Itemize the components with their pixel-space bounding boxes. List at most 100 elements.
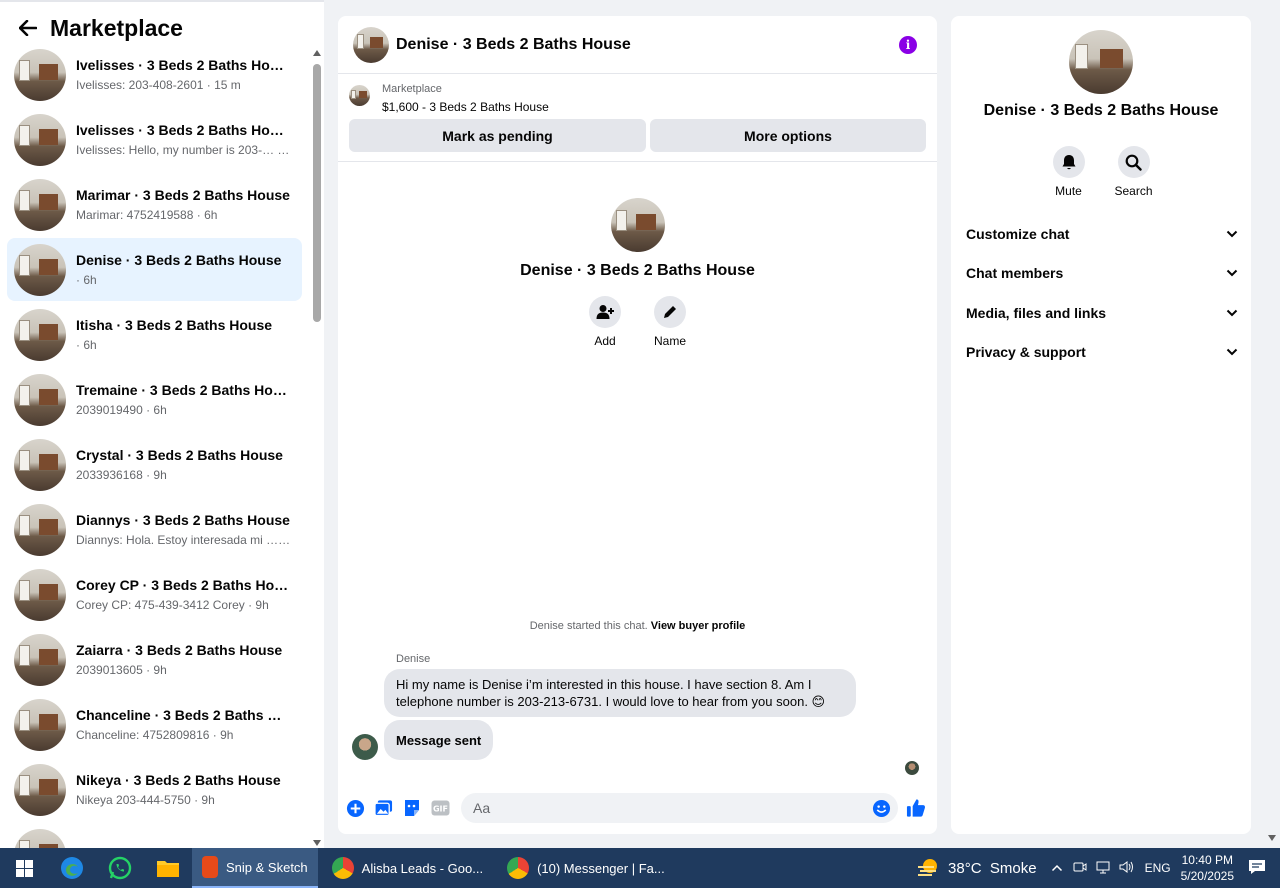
privacy-support-section[interactable]: Privacy & support bbox=[966, 333, 1238, 373]
listing-thumbnail[interactable] bbox=[349, 85, 370, 106]
chat-started-text: Denise started this chat. bbox=[529, 620, 651, 632]
chat-members-section[interactable]: Chat members bbox=[966, 254, 1238, 294]
conversation-item[interactable]: Ivelisses · 3 Beds 2 Baths House Ivelisse… bbox=[7, 45, 302, 106]
notifications-icon[interactable] bbox=[1248, 859, 1266, 878]
weather-widget[interactable]: 38°C Smoke bbox=[916, 857, 1037, 879]
message-sent-bubble[interactable]: Message sent bbox=[384, 720, 494, 760]
conversation-item[interactable]: Crystal · 3 Beds 2 Baths House 2033936168… bbox=[7, 433, 302, 496]
chevron-down-icon bbox=[1226, 309, 1238, 317]
windows-taskbar: Snip & Sketch Alisba Leads - Goo... (10)… bbox=[0, 848, 1280, 888]
conversation-preview: · 6h bbox=[76, 337, 97, 352]
add-person-icon[interactable] bbox=[589, 296, 621, 328]
listing-banner: Marketplace $1,600 - 3 Beds 2 Baths Hous… bbox=[338, 74, 937, 162]
chat-details-panel: Denise · 3 Beds 2 Baths House Mute Searc… bbox=[951, 16, 1251, 834]
conversation-text: Denise · 3 Beds 2 Baths House · 6h bbox=[76, 251, 281, 289]
file-explorer-icon[interactable] bbox=[144, 848, 192, 888]
chevron-down-icon bbox=[1226, 349, 1238, 356]
network-icon[interactable] bbox=[1095, 860, 1111, 877]
conversation-thumbnail bbox=[14, 633, 66, 686]
conversation-thumbnail bbox=[14, 308, 66, 361]
taskbar-app-chrome-leads[interactable]: Alisba Leads - Goo... bbox=[322, 848, 493, 888]
sidebar-scrollbar[interactable] bbox=[311, 50, 323, 848]
conversation-text: Nikeya · 3 Beds 2 Baths House Nikeya 203-… bbox=[76, 771, 281, 809]
chat-panel: Denise · 3 Beds 2 Baths House i Marketpl… bbox=[338, 16, 937, 834]
conversation-item[interactable]: Hope · 3 Beds 2 Baths House bbox=[7, 823, 302, 848]
mute-label: Mute bbox=[1055, 184, 1082, 198]
media-files-links-section[interactable]: Media, files and links bbox=[966, 293, 1238, 333]
edge-icon[interactable] bbox=[48, 848, 96, 888]
info-icon[interactable]: i bbox=[899, 36, 917, 54]
edit-name-action[interactable]: Name bbox=[652, 296, 688, 348]
sender-avatar[interactable] bbox=[352, 734, 378, 760]
conversation-item[interactable]: Zaiarra · 3 Beds 2 Baths House 2039013605… bbox=[7, 628, 302, 691]
intro-avatar[interactable] bbox=[610, 198, 665, 252]
language-indicator[interactable]: ENG bbox=[1145, 861, 1171, 875]
conversation-item[interactable]: Ivelisses · 3 Beds 2 Baths House Ivelisse… bbox=[7, 108, 302, 171]
section-label: Customize chat bbox=[966, 225, 1070, 242]
scroll-down-arrow-icon[interactable] bbox=[313, 840, 321, 846]
conversation-item[interactable]: Itisha · 3 Beds 2 Baths House · 6h bbox=[7, 303, 302, 366]
gif-icon[interactable]: GIF bbox=[430, 798, 450, 818]
search-icon[interactable] bbox=[1117, 146, 1150, 178]
conversation-item[interactable]: Denise · 3 Beds 2 Baths House · 6h bbox=[7, 238, 302, 301]
taskbar-app-label: (10) Messenger | Fa... bbox=[537, 860, 665, 876]
conversation-item[interactable]: Corey CP · 3 Beds 2 Baths House Corey CP:… bbox=[7, 563, 302, 626]
whatsapp-icon[interactable] bbox=[96, 848, 144, 888]
view-buyer-profile-link[interactable]: View buyer profile bbox=[651, 620, 746, 632]
chevron-up-icon[interactable] bbox=[1051, 861, 1063, 875]
conversation-name: Crystal · 3 Beds 2 Baths House bbox=[76, 446, 283, 463]
scroll-up-arrow-icon[interactable] bbox=[313, 50, 321, 56]
conversation-item[interactable]: Tremaine · 3 Beds 2 Baths House 203901949… bbox=[7, 368, 302, 431]
plus-circle-icon[interactable] bbox=[345, 798, 365, 818]
chat-header-avatar[interactable] bbox=[353, 26, 389, 63]
chrome-icon bbox=[507, 857, 530, 879]
chat-header: Denise · 3 Beds 2 Baths House i bbox=[338, 16, 937, 74]
add-people-action[interactable]: Add bbox=[587, 296, 623, 348]
window-scroll-down-icon[interactable] bbox=[1268, 835, 1276, 841]
scrollbar-thumb[interactable] bbox=[313, 64, 321, 322]
more-options-button[interactable]: More options bbox=[650, 119, 926, 152]
conversation-name: Denise · 3 Beds 2 Baths House bbox=[76, 251, 282, 268]
conversation-thumbnail bbox=[14, 373, 66, 426]
conversation-name: Ivelisses · 3 Beds 2 Baths House bbox=[76, 121, 291, 138]
conversation-text: Tremaine · 3 Beds 2 Baths House 203901949… bbox=[76, 381, 291, 419]
clock-date: 5/20/2025 bbox=[1180, 869, 1234, 883]
mark-as-pending-button[interactable]: Mark as pending bbox=[349, 119, 646, 152]
clock[interactable]: 10:40 PM 5/20/2025 bbox=[1181, 852, 1234, 884]
bell-icon[interactable] bbox=[1052, 146, 1085, 178]
customize-chat-section[interactable]: Customize chat bbox=[966, 214, 1238, 254]
search-label: Search bbox=[1114, 184, 1153, 198]
conversation-item[interactable]: Chanceline · 3 Beds 2 Baths Hou... Chance… bbox=[7, 693, 302, 756]
conversation-text: Zaiarra · 3 Beds 2 Baths House 2039013605… bbox=[76, 641, 282, 679]
volume-icon[interactable] bbox=[1119, 860, 1135, 877]
chat-title[interactable]: Denise · 3 Beds 2 Baths House bbox=[396, 36, 631, 54]
conversation-item[interactable]: Diannys · 3 Beds 2 Baths House Diannys: H… bbox=[7, 498, 302, 561]
back-arrow-icon[interactable] bbox=[14, 14, 42, 42]
conversation-name: Diannys · 3 Beds 2 Baths House bbox=[76, 511, 290, 528]
emoji-icon[interactable] bbox=[871, 798, 891, 818]
section-label: Media, files and links bbox=[966, 304, 1107, 321]
taskbar-app-snip-sketch[interactable]: Snip & Sketch bbox=[192, 848, 318, 888]
conversation-text: Ivelisses · 3 Beds 2 Baths House Ivelisse… bbox=[76, 56, 291, 94]
smoke-weather-icon bbox=[918, 859, 938, 876]
conversation-text: Diannys · 3 Beds 2 Baths House Diannys: H… bbox=[76, 511, 291, 549]
sticker-icon[interactable] bbox=[402, 798, 422, 818]
conversation-thumbnail bbox=[14, 763, 66, 816]
conversation-preview: Corey CP: 475-439-3412 Corey · 9h bbox=[76, 597, 269, 612]
conversation-name: Nikeya · 3 Beds 2 Baths House bbox=[76, 771, 281, 788]
snip-sketch-icon bbox=[202, 856, 218, 878]
taskbar-app-chrome-messenger[interactable]: (10) Messenger | Fa... bbox=[497, 848, 675, 888]
thumbs-up-icon[interactable] bbox=[906, 798, 926, 818]
listing-price[interactable]: $1,600 - 3 Beds 2 Baths House bbox=[382, 100, 549, 114]
details-avatar[interactable] bbox=[1069, 30, 1133, 94]
windows-start-icon[interactable] bbox=[0, 848, 48, 888]
meet-now-icon[interactable] bbox=[1073, 860, 1087, 877]
conversation-item[interactable]: Marimar · 3 Beds 2 Baths House Marimar: 4… bbox=[7, 173, 302, 236]
photo-icon[interactable] bbox=[373, 798, 393, 818]
message-input[interactable] bbox=[461, 793, 898, 823]
conversation-item[interactable]: Nikeya · 3 Beds 2 Baths House Nikeya 203-… bbox=[7, 758, 302, 821]
mute-action[interactable]: Mute bbox=[1051, 146, 1087, 198]
search-action[interactable]: Search bbox=[1114, 146, 1153, 198]
message-bubble[interactable]: Hi my name is Denise i’m interested in t… bbox=[384, 669, 856, 717]
pencil-icon[interactable] bbox=[654, 296, 686, 328]
